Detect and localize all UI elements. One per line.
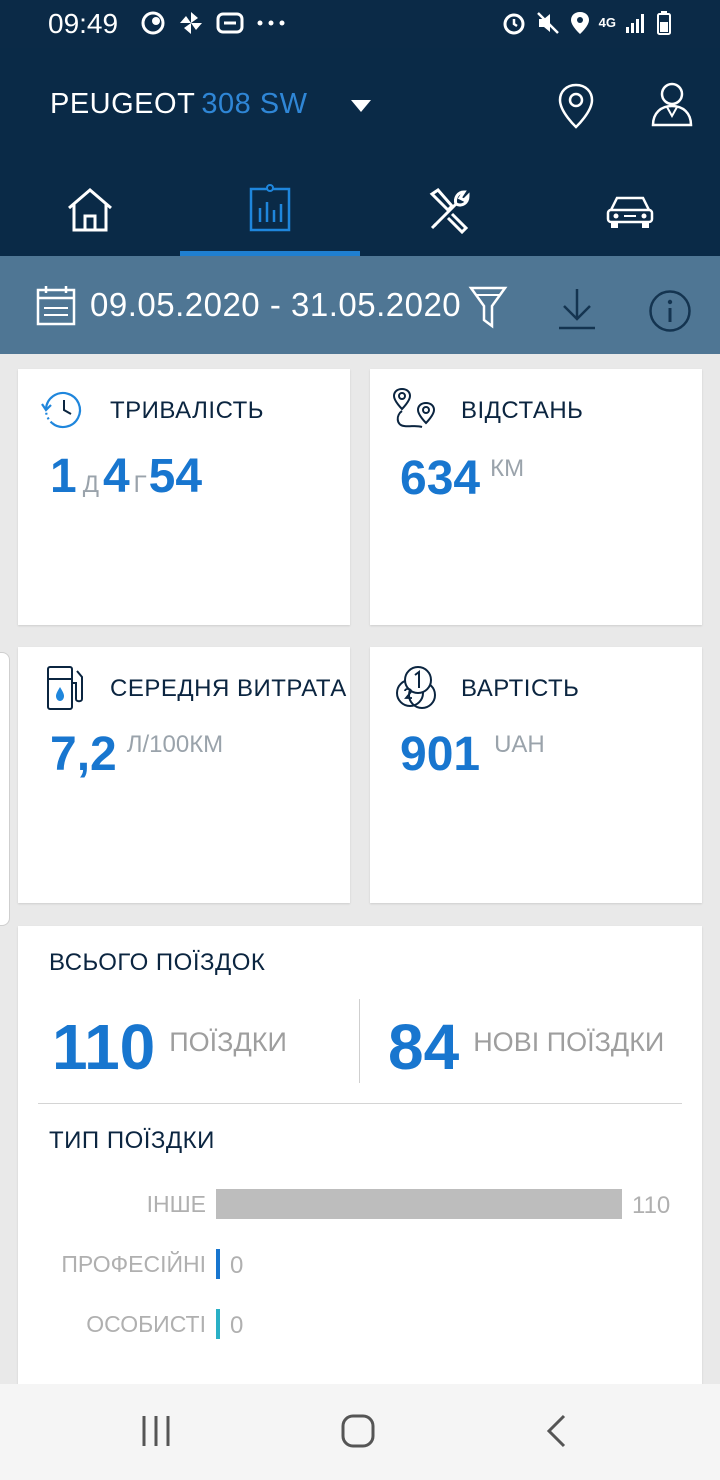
- coins-icon: [396, 666, 436, 709]
- distance-unit: КМ: [490, 455, 525, 482]
- distance-title: ВІДСТАНЬ: [461, 397, 584, 424]
- trips-divider: [359, 999, 360, 1083]
- cost-unit: UAH: [494, 731, 545, 758]
- distance-number: 634: [400, 452, 481, 505]
- duration-title: ТРИВАЛІСТЬ: [110, 397, 265, 424]
- date-range[interactable]: 09.05.2020 - 31.05.2020: [90, 286, 461, 324]
- trip-type-chart: ІНШЕ 110 ПРОФЕСІЙНІ 0 ОСОБИСТІ 0: [61, 1189, 670, 1339]
- cost-number: 901: [400, 728, 481, 781]
- bar: [216, 1309, 220, 1339]
- new-trips: 84 НОВІ ПОЇЗДКИ: [388, 1010, 664, 1084]
- tab-vehicle[interactable]: [540, 178, 720, 256]
- trips-title: ВСЬОГО ПОЇЗДОК: [49, 949, 266, 976]
- back-icon[interactable]: [544, 1413, 568, 1449]
- model-name: 308 SW: [201, 88, 308, 120]
- bar-value-label: 0: [230, 1312, 243, 1339]
- section-divider: [38, 1103, 682, 1104]
- message-icon: [216, 12, 244, 34]
- download-icon[interactable]: [556, 286, 598, 332]
- cost-card[interactable]: ВАРТІСТЬ 901 UAH: [370, 647, 702, 903]
- filter-icon[interactable]: [468, 284, 508, 330]
- pinwheel-icon: [180, 12, 202, 34]
- bar-value-label: 0: [230, 1252, 243, 1279]
- tab-home[interactable]: [0, 178, 180, 256]
- recent-apps-icon[interactable]: [140, 1414, 172, 1448]
- trip-type-title: ТИП ПОЇЗДКИ: [49, 1127, 215, 1154]
- total-trips: 110 ПОЇЗДКИ: [52, 1010, 287, 1084]
- chevron-down-icon[interactable]: [350, 99, 372, 113]
- category-label: ПРОФЕСІЙНІ: [61, 1250, 206, 1277]
- cost-value: 901 UAH: [400, 727, 545, 782]
- vehicle-selector[interactable]: PEUGEOT 308 SW: [50, 88, 307, 121]
- duration-value: 1 Д4 Г54: [50, 449, 202, 504]
- cost-title: ВАРТІСТЬ: [461, 675, 580, 702]
- bar: [216, 1189, 622, 1219]
- car-icon: [606, 196, 654, 228]
- new-trips-label: НОВІ ПОЇЗДКИ: [473, 1027, 665, 1057]
- duration-card[interactable]: ТРИВАЛІСТЬ 1 Д4 Г54: [18, 369, 350, 625]
- distance-value: 634 КМ: [400, 451, 524, 506]
- system-nav-bar: [0, 1384, 720, 1480]
- battery-icon: [657, 11, 671, 35]
- location-status-icon: [570, 12, 589, 34]
- distance-card[interactable]: ВІДСТАНЬ 634 КМ: [370, 369, 702, 625]
- tab-maintenance[interactable]: [360, 178, 540, 256]
- mute-icon: [536, 12, 559, 34]
- network-type: 4G: [598, 15, 616, 30]
- category-label: ОСОБИСТІ: [86, 1311, 206, 1337]
- stats-icon: [249, 184, 291, 232]
- info-icon[interactable]: [648, 289, 692, 333]
- total-trips-value: 110: [52, 1011, 156, 1083]
- duration-minutes: 54: [148, 450, 203, 503]
- app-notification-icon: [141, 11, 165, 35]
- user-profile-icon[interactable]: [650, 80, 694, 128]
- total-trips-label: ПОЇЗДКИ: [169, 1027, 287, 1057]
- consumption-number: 7,2: [50, 728, 117, 781]
- duration-hours-unit: Г: [133, 471, 147, 498]
- calendar-icon[interactable]: [36, 284, 76, 326]
- category-label: ІНШЕ: [147, 1191, 206, 1217]
- fuel-pump-icon: [47, 666, 83, 710]
- duration-hours: 4: [102, 450, 130, 503]
- home-icon: [68, 188, 112, 232]
- signal-icon: [626, 14, 644, 33]
- consumption-unit: Л/100КМ: [126, 731, 224, 758]
- alarm-icon: [503, 13, 525, 35]
- side-panel-handle[interactable]: [0, 652, 10, 926]
- location-pin-icon[interactable]: [556, 82, 596, 130]
- tools-icon: [429, 188, 470, 234]
- tab-statistics[interactable]: [180, 178, 360, 256]
- status-time: 09:49: [48, 8, 119, 39]
- more-icon: [257, 20, 285, 26]
- bar: [216, 1249, 220, 1279]
- status-bar: 09:49 4G: [0, 0, 720, 48]
- route-icon: [392, 387, 436, 428]
- consumption-title: СЕРЕДНЯ ВИТРАТА: [110, 675, 347, 702]
- trips-card: ВСЬОГО ПОЇЗДОК 110 ПОЇЗДКИ 84 НОВІ ПОЇЗДКИ…: [18, 926, 702, 1406]
- duration-days: 1: [50, 450, 77, 503]
- bar-value-label: 110: [632, 1192, 670, 1219]
- consumption-card[interactable]: СЕРЕДНЯ ВИТРАТА 7,2 Л/100КМ: [18, 647, 350, 903]
- brand-name: PEUGEOT: [50, 88, 196, 120]
- clock-history-icon: [41, 391, 81, 429]
- new-trips-value: 84: [388, 1011, 460, 1083]
- home-nav-icon[interactable]: [340, 1413, 376, 1449]
- duration-days-unit: Д: [82, 471, 99, 498]
- consumption-value: 7,2 Л/100КМ: [50, 727, 223, 782]
